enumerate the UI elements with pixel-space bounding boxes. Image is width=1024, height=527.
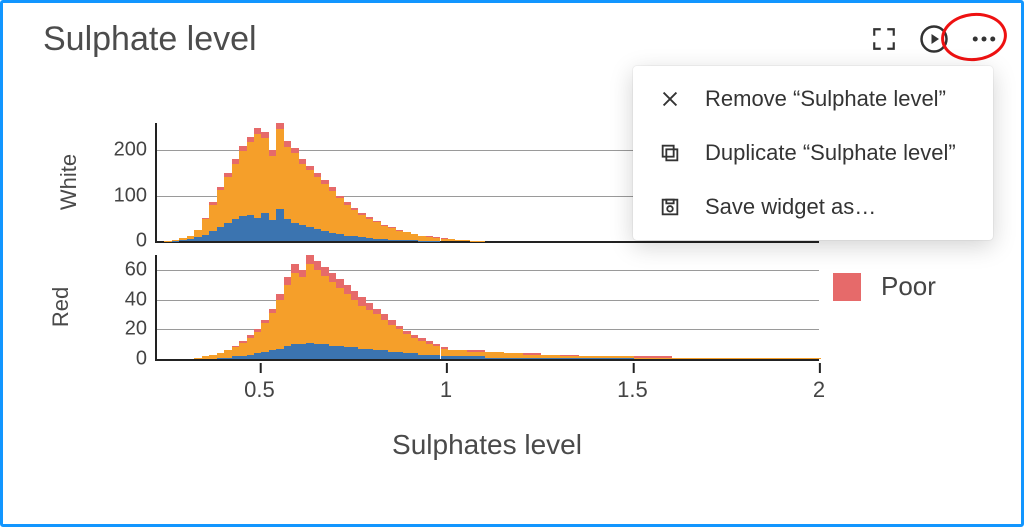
chart-widget: Sulphate level — [0, 0, 1024, 527]
menu-remove[interactable]: Remove “Sulphate level” — [633, 72, 993, 126]
more-menu: Remove “Sulphate level” Duplicate “Sulph… — [633, 66, 993, 240]
plot-panel — [155, 255, 819, 361]
y-axis-ticks: 0204060 — [99, 255, 155, 359]
x-axis: Sulphates level 0.511.52 — [155, 373, 819, 413]
y-axis-ticks: 0100200 — [99, 123, 155, 241]
facet-red: Red0204060 — [99, 255, 819, 359]
duplicate-icon — [657, 140, 683, 166]
menu-duplicate-label: Duplicate “Sulphate level” — [705, 140, 956, 166]
more-icon[interactable] — [967, 22, 1001, 56]
x-tick: 1 — [440, 373, 452, 403]
x-tick: 0.5 — [244, 373, 275, 403]
menu-duplicate[interactable]: Duplicate “Sulphate level” — [633, 126, 993, 180]
save-icon — [657, 194, 683, 220]
x-tick: 1.5 — [617, 373, 648, 403]
run-icon[interactable] — [917, 22, 951, 56]
x-tick: 2 — [813, 373, 825, 403]
widget-header: Sulphate level — [43, 15, 1001, 63]
menu-save-label: Save widget as… — [705, 194, 876, 220]
close-icon — [657, 86, 683, 112]
widget-title: Sulphate level — [43, 20, 867, 59]
menu-save[interactable]: Save widget as… — [633, 180, 993, 234]
facet-label: White — [56, 154, 82, 210]
legend: Poor — [833, 271, 936, 302]
menu-remove-label: Remove “Sulphate level” — [705, 86, 946, 112]
facet-label: Red — [48, 287, 74, 327]
legend-swatch-poor — [833, 273, 861, 301]
x-axis-label: Sulphates level — [392, 429, 582, 461]
legend-label-poor: Poor — [881, 271, 936, 302]
expand-icon[interactable] — [867, 22, 901, 56]
header-actions — [867, 22, 1001, 56]
